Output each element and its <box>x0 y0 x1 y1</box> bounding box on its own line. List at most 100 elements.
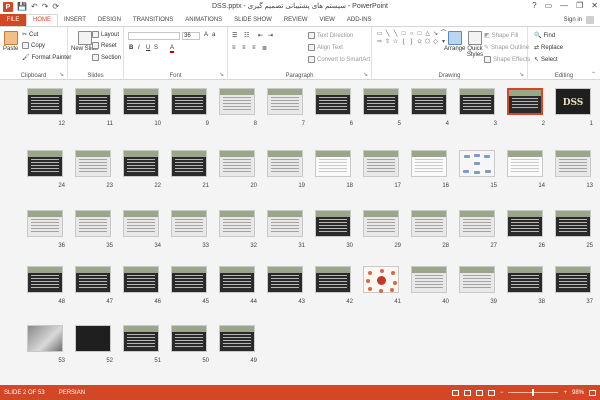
tab-view[interactable]: VIEW <box>314 14 341 26</box>
slide-thumbnail[interactable] <box>363 210 399 237</box>
justify-button[interactable]: ≣ <box>262 45 267 52</box>
slide-thumbnail[interactable] <box>507 150 543 177</box>
restore-icon[interactable]: ❐ <box>576 1 583 10</box>
slide-thumbnail[interactable] <box>315 88 351 115</box>
tab-insert[interactable]: INSERT <box>58 14 92 26</box>
slide-thumbnail[interactable] <box>363 150 399 177</box>
arrange-button[interactable]: Arrange <box>444 31 465 52</box>
slide-thumbnail[interactable] <box>75 150 111 177</box>
save-icon[interactable]: 💾 <box>17 2 27 12</box>
tab-slide-show[interactable]: SLIDE SHOW <box>228 14 278 26</box>
tab-home[interactable]: HOME <box>26 14 58 26</box>
help-icon[interactable]: ? <box>532 1 536 10</box>
tab-file[interactable]: FILE <box>0 14 26 26</box>
repeat-icon[interactable]: ⟳ <box>52 2 59 12</box>
slide-thumbnail[interactable] <box>123 325 159 352</box>
shape-arrow3-icon[interactable]: ⇧ <box>384 39 391 46</box>
shape-rect3-icon[interactable]: □ <box>416 31 423 38</box>
slide-thumbnail[interactable] <box>27 88 63 115</box>
slide-thumbnail[interactable] <box>123 88 159 115</box>
shape-outline-button[interactable]: ✎ Shape Outline <box>484 44 529 52</box>
minimize-icon[interactable]: — <box>560 1 568 10</box>
slide-thumbnail[interactable] <box>459 210 495 237</box>
font-name-combo[interactable] <box>128 32 180 40</box>
shape-oct-icon[interactable]: ⬡ <box>424 39 431 46</box>
shape-oval-icon[interactable]: ○ <box>408 31 415 38</box>
slide-thumbnail[interactable] <box>267 150 303 177</box>
font-dialog-launcher-icon[interactable]: ↘ <box>219 71 224 78</box>
quick-styles-button[interactable]: Quick Styles <box>464 31 486 58</box>
slide-thumbnail[interactable] <box>267 88 303 115</box>
shape-effects-button[interactable]: Shape Effects <box>484 56 530 63</box>
grow-font-button[interactable]: A <box>204 32 208 38</box>
slide-thumbnail[interactable] <box>219 325 255 352</box>
slide-sorter-view-icon[interactable] <box>463 389 471 396</box>
slide-thumbnail[interactable] <box>315 150 351 177</box>
redo-icon[interactable]: ↷ <box>42 2 49 12</box>
slide-thumbnail[interactable] <box>411 88 447 115</box>
find-button[interactable]: 🔍 Find <box>534 32 555 40</box>
font-color-button[interactable]: A <box>170 45 175 53</box>
undo-icon[interactable]: ↶ <box>31 2 38 12</box>
slide-thumbnail[interactable] <box>555 266 591 293</box>
align-text-button[interactable]: Align Text <box>308 44 343 51</box>
section-button[interactable]: Section <box>92 54 121 61</box>
slide-thumbnail[interactable] <box>507 88 543 115</box>
paragraph-dialog-launcher-icon[interactable]: ↘ <box>363 71 368 78</box>
slide-thumbnail[interactable] <box>75 266 111 293</box>
sign-in-link[interactable]: Sign in <box>564 17 582 23</box>
drawing-dialog-launcher-icon[interactable]: ↘ <box>519 71 524 78</box>
slide-thumbnail[interactable]: DSS <box>555 88 591 115</box>
slide-thumbnail[interactable] <box>171 88 207 115</box>
zoom-level[interactable]: 98% <box>572 390 584 396</box>
slide-show-view-icon[interactable] <box>487 389 495 396</box>
shape-diamond-icon[interactable]: ◇ <box>432 39 439 46</box>
slide-thumbnail[interactable] <box>411 266 447 293</box>
slide-thumbnail[interactable] <box>555 150 591 177</box>
reading-view-icon[interactable] <box>475 389 483 396</box>
replace-button[interactable]: ⇄ Replace <box>534 44 563 52</box>
shape-brace-icon[interactable]: { <box>400 39 407 46</box>
slide-thumbnail[interactable] <box>171 325 207 352</box>
zoom-in-icon[interactable]: + <box>563 390 567 396</box>
shape-line2-icon[interactable]: ╲ <box>392 31 399 38</box>
shape-rect2-icon[interactable]: □ <box>400 31 407 38</box>
copy-button[interactable]: Copy <box>22 42 45 49</box>
shape-tri-icon[interactable]: △ <box>424 31 431 38</box>
select-button[interactable]: ↖ Select <box>534 56 558 64</box>
shape-arrow2-icon[interactable]: ⇨ <box>376 39 383 46</box>
slide-thumbnail[interactable] <box>171 210 207 237</box>
slide-thumbnail[interactable] <box>315 266 351 293</box>
slide-thumbnail[interactable] <box>27 266 63 293</box>
slide-thumbnail[interactable] <box>75 325 111 352</box>
slide-thumbnail[interactable] <box>459 150 495 177</box>
slide-thumbnail[interactable] <box>123 210 159 237</box>
avatar[interactable] <box>586 16 594 24</box>
slide-thumbnail[interactable] <box>219 88 255 115</box>
slide-thumbnail[interactable] <box>411 150 447 177</box>
slide-thumbnail[interactable] <box>459 266 495 293</box>
slide-thumbnail[interactable] <box>363 266 399 293</box>
dialog-launcher-icon[interactable]: ↘ <box>59 71 64 78</box>
underline-button[interactable]: U <box>146 45 150 51</box>
reset-button[interactable]: Reset <box>92 42 117 49</box>
shape-star2-icon[interactable]: ✩ <box>416 39 423 46</box>
slide-thumbnail[interactable] <box>219 210 255 237</box>
ribbon-display-icon[interactable]: ▭ <box>545 1 553 10</box>
bullets-button[interactable]: ☰ <box>232 32 237 39</box>
text-direction-button[interactable]: Text Direction <box>308 32 353 39</box>
close-icon[interactable]: ✕ <box>591 1 598 10</box>
tab-transitions[interactable]: TRANSITIONS <box>127 14 179 26</box>
numbering-button[interactable]: ☷ <box>244 32 249 39</box>
slide-thumbnail[interactable] <box>75 88 111 115</box>
shape-arrow-icon[interactable]: ↘ <box>432 31 439 38</box>
slide-thumbnail[interactable] <box>171 150 207 177</box>
align-left-button[interactable]: ≡ <box>232 45 236 51</box>
font-size-combo[interactable]: 36 <box>182 32 200 40</box>
slide-thumbnail[interactable] <box>555 210 591 237</box>
layout-button[interactable]: Layout <box>92 31 119 38</box>
cut-button[interactable]: ✂ Cut <box>22 31 38 39</box>
tab-animations[interactable]: ANIMATIONS <box>179 14 228 26</box>
slide-thumbnail[interactable] <box>27 150 63 177</box>
slide-thumbnail[interactable] <box>75 210 111 237</box>
